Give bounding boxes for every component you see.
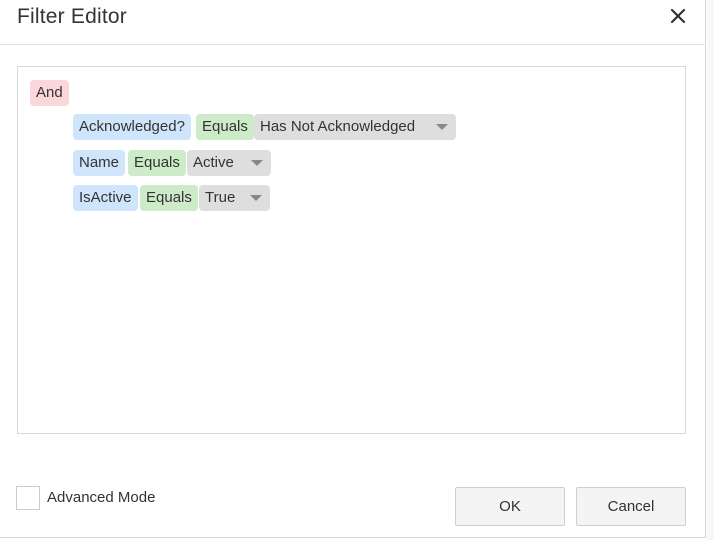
advanced-mode-checkbox[interactable]: [16, 486, 40, 510]
condition-2-value-dropdown[interactable]: Active: [187, 150, 271, 176]
condition-1-field-chip[interactable]: Acknowledged?: [73, 114, 191, 140]
filter-editor-panel: And Acknowledged? Equals Has Not Acknowl…: [17, 66, 686, 434]
condition-3-field-chip[interactable]: IsActive: [73, 185, 138, 211]
condition-3-value-label: True: [205, 189, 236, 206]
filter-editor-dialog: Filter Editor And Acknowledged? Equals H…: [0, 0, 706, 538]
chevron-down-icon: [250, 195, 262, 201]
condition-2-operator-chip[interactable]: Equals: [128, 150, 186, 176]
condition-3-value-dropdown[interactable]: True: [199, 185, 270, 211]
dialog-header: Filter Editor: [0, 0, 706, 45]
chevron-down-icon: [436, 124, 448, 130]
background-app-strip: [707, 0, 714, 540]
ok-button[interactable]: OK: [455, 487, 565, 526]
condition-2-field-chip[interactable]: Name: [73, 150, 126, 176]
condition-2-value-label: Active: [193, 154, 234, 171]
condition-1-operator-chip[interactable]: Equals: [196, 114, 254, 140]
condition-3-operator-chip[interactable]: Equals: [140, 185, 198, 211]
condition-1-value-dropdown[interactable]: Has Not Acknowledged: [254, 114, 456, 140]
dialog-title: Filter Editor: [17, 5, 127, 28]
advanced-mode-label: Advanced Mode: [47, 489, 156, 506]
chevron-down-icon: [251, 160, 263, 166]
condition-1-value-label: Has Not Acknowledged: [260, 118, 416, 135]
close-icon[interactable]: [665, 3, 691, 29]
cancel-button[interactable]: Cancel: [576, 487, 686, 526]
group-operator-chip[interactable]: And: [30, 80, 69, 106]
